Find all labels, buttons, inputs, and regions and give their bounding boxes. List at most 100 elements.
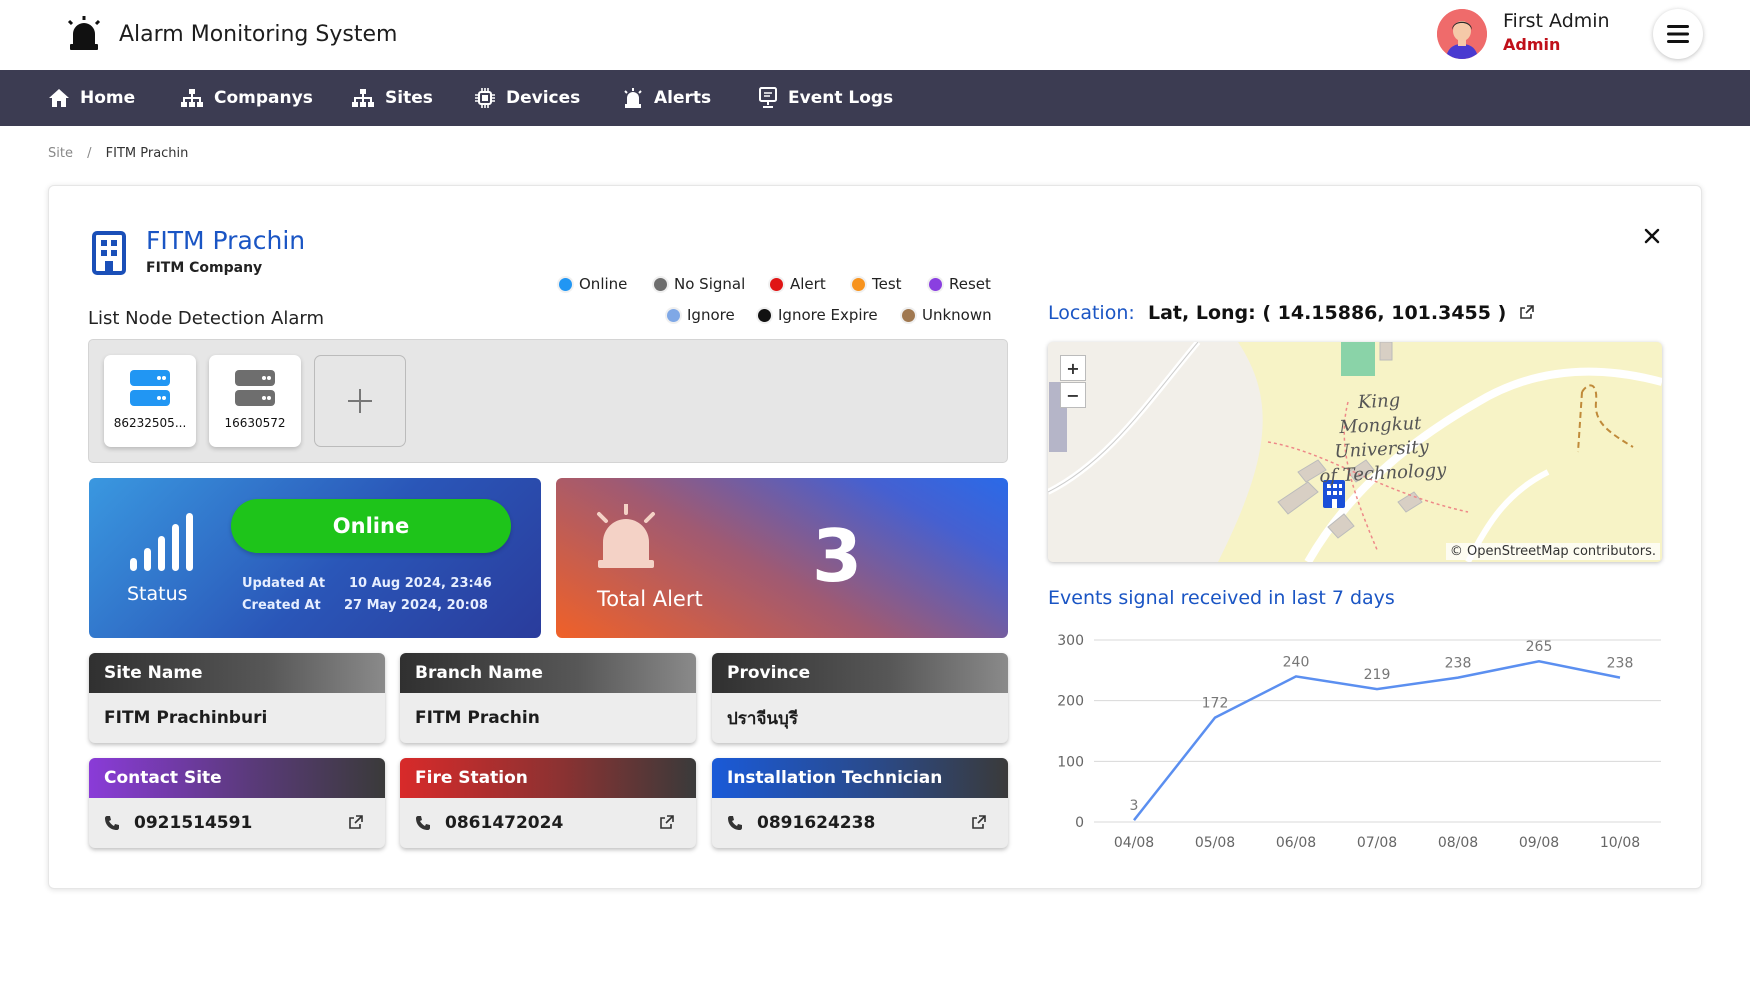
no-signal-dot-icon [654, 277, 667, 291]
data-label: 240 [1283, 654, 1310, 670]
x-tick-label: 06/08 [1276, 835, 1316, 851]
site-name-value: FITM Prachinburi [104, 708, 268, 728]
location-value: Lat, Long: ( 14.15886, 101.3455 ) [1148, 302, 1507, 324]
map-label-line: King Mongkut [1338, 389, 1422, 439]
hamburger-icon [1667, 25, 1689, 43]
created-at-value: 27 May 2024, 20:08 [344, 598, 488, 613]
status-online-button[interactable]: Online [231, 499, 511, 553]
legend-label: No Signal [674, 275, 746, 293]
legend-label: Alert [790, 275, 826, 293]
external-link-icon[interactable] [971, 815, 986, 830]
legend-unknown: Unknown [902, 306, 992, 324]
nav-home[interactable]: Home [48, 70, 135, 126]
x-tick-label: 04/08 [1114, 835, 1154, 851]
node-list-panel: 86232505... 16630572 [88, 339, 1008, 463]
site-name-title: Site Name [89, 653, 385, 693]
fire-station-box: Fire Station 0861472024 [400, 758, 696, 848]
nav-alerts-label: Alerts [654, 88, 712, 108]
sitemap-icon [352, 89, 374, 107]
server-icon [130, 370, 170, 406]
total-alert-label: Total Alert [597, 587, 703, 611]
siren-icon [597, 504, 655, 568]
legend-ignore-expire: Ignore Expire [758, 306, 878, 324]
contact-site-box: Contact Site 0921514591 [89, 758, 385, 848]
fire-station-title: Fire Station [400, 758, 696, 798]
technician-title: Installation Technician [712, 758, 1008, 798]
nav-alerts[interactable]: Alerts [622, 70, 711, 126]
nav-event-logs-label: Event Logs [788, 88, 894, 108]
contact-site-title: Contact Site [89, 758, 385, 798]
site-name-box: Site Name FITM Prachinburi [89, 653, 385, 743]
chart-title: Events signal received in last 7 days [1048, 587, 1395, 609]
home-icon [49, 89, 69, 107]
ignore-expire-dot-icon [758, 308, 771, 322]
nav-sites[interactable]: Sites [351, 70, 433, 126]
monitor-icon [759, 87, 777, 108]
node-list-title: List Node Detection Alarm [88, 308, 325, 329]
menu-button[interactable] [1653, 9, 1703, 59]
province-value: ปราจีนบุรี [727, 708, 798, 729]
breadcrumb-separator: / [87, 146, 92, 161]
test-dot-icon [852, 277, 865, 291]
external-link-icon[interactable] [659, 815, 674, 830]
zoom-out-button[interactable]: − [1060, 382, 1086, 408]
siren-icon [67, 16, 101, 50]
node-card[interactable]: 86232505... [104, 355, 196, 447]
location-label: Location: [1048, 302, 1135, 324]
close-icon[interactable] [1640, 224, 1664, 248]
external-link-icon[interactable] [348, 815, 363, 830]
zoom-in-button[interactable]: + [1060, 355, 1086, 381]
x-tick-label: 10/08 [1600, 835, 1640, 851]
node-card-label: 86232505... [113, 416, 187, 430]
y-tick-label: 300 [1057, 633, 1084, 649]
legend-reset: Reset [929, 275, 991, 293]
legend-label: Unknown [922, 306, 992, 324]
legend-label: Test [872, 275, 902, 293]
plus-icon [348, 389, 372, 413]
data-label: 219 [1364, 667, 1391, 683]
branch-name-box: Branch Name FITM Prachin [400, 653, 696, 743]
nav-event-logs[interactable]: Event Logs [758, 70, 893, 126]
nav-companys-label: Companys [214, 88, 313, 108]
unknown-dot-icon [902, 308, 915, 322]
legend-label: Reset [949, 275, 991, 293]
technician-phone: 0891624238 [757, 813, 876, 833]
legend-label: Online [579, 275, 628, 293]
sitemap-icon [181, 89, 203, 107]
chip-icon [475, 88, 495, 108]
legend-online: Online [559, 275, 627, 293]
node-card[interactable]: 16630572 [209, 355, 301, 447]
status-card: Status Online Updated At 10 Aug 2024, 23… [89, 478, 541, 638]
contact-site-phone: 0921514591 [134, 813, 253, 833]
site-company: FITM Company [146, 260, 263, 276]
updated-at-label: Updated At [242, 576, 326, 591]
add-node-button[interactable] [314, 355, 406, 447]
external-link-icon[interactable] [1519, 305, 1534, 320]
breadcrumb-current: FITM Prachin [105, 146, 189, 161]
main-nav: Home Companys Sites Devices Alerts Event… [0, 70, 1750, 126]
map-attribution: © OpenStreetMap contributors. [1445, 543, 1660, 560]
building-icon [92, 231, 126, 275]
data-label: 3 [1130, 798, 1139, 814]
legend-label: Ignore [687, 306, 735, 324]
reset-dot-icon [929, 277, 942, 291]
branch-name-value: FITM Prachin [415, 708, 540, 728]
province-title: Province [712, 653, 1008, 693]
nav-companys[interactable]: Companys [180, 70, 313, 126]
user-name: First Admin [1503, 10, 1610, 32]
y-tick-label: 100 [1057, 754, 1084, 770]
site-map[interactable]: King Mongkut University of Technology + … [1048, 342, 1662, 562]
nav-devices[interactable]: Devices [474, 70, 580, 126]
fire-station-phone: 0861472024 [445, 813, 564, 833]
x-tick-label: 09/08 [1519, 835, 1559, 851]
total-alert-card: Total Alert 3 [556, 478, 1008, 638]
avatar[interactable] [1437, 9, 1487, 59]
series-line [1133, 659, 1621, 821]
alert-dot-icon [770, 277, 783, 291]
user-role: Admin [1503, 35, 1561, 54]
breadcrumb-parent[interactable]: Site [48, 146, 73, 161]
created-at-label: Created At [242, 598, 321, 613]
updated-at-value: 10 Aug 2024, 23:46 [349, 576, 492, 591]
phone-icon [728, 816, 742, 830]
legend-ignore: Ignore [667, 306, 735, 324]
